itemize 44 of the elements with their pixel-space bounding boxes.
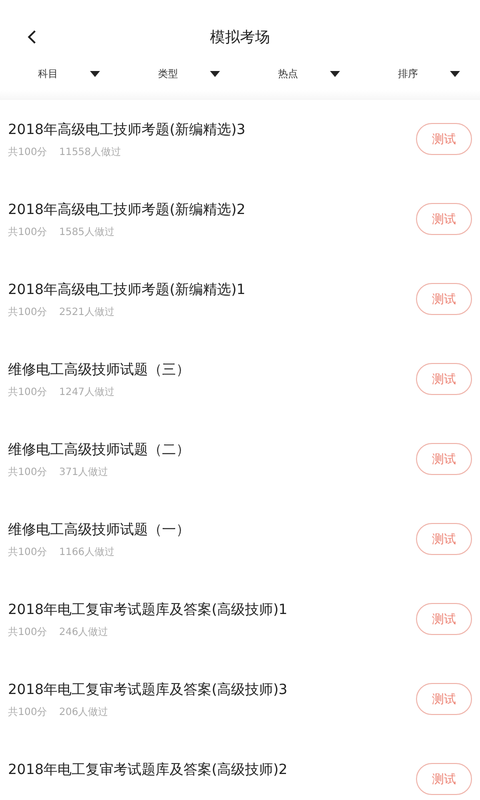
exam-title: 维修电工高级技师试题（二）: [8, 441, 190, 460]
exam-title: 2018年高级电工技师考题(新编精选)3: [8, 121, 246, 140]
caret-icon: [90, 71, 100, 77]
test-button[interactable]: 测试: [416, 443, 472, 475]
filter-dropdown[interactable]: 类型: [158, 66, 210, 82]
exam-title: 2018年高级电工技师考题(新编精选)2: [8, 201, 246, 220]
back-icon[interactable]: [26, 29, 38, 45]
score-text: 共100分: [8, 386, 48, 400]
attempt-count: 2521人做过: [59, 306, 115, 320]
test-button[interactable]: 测试: [416, 683, 472, 715]
page-title: 模拟考场: [210, 27, 270, 48]
caret-icon: [450, 71, 460, 77]
attempt-count: 1166人做过: [59, 546, 115, 560]
score-text: 共100分: [8, 226, 48, 240]
exam-title: 2018年电工复审考试题库及答案(高级技师)2: [8, 761, 288, 780]
test-button[interactable]: 测试: [416, 123, 472, 155]
test-button[interactable]: 测试: [416, 363, 472, 395]
exam-title: 2018年高级电工技师考题(新编精选)1: [8, 281, 246, 300]
exam-title: 维修电工高级技师试题（一）: [8, 521, 190, 540]
attempt-count: 1585人做过: [59, 226, 115, 240]
attempt-count: 1247人做过: [59, 386, 115, 400]
score-text: 共100分: [8, 706, 48, 720]
score-text: 共100分: [8, 626, 48, 640]
caret-icon: [210, 71, 220, 77]
filter-dropdown[interactable]: 科目: [38, 66, 90, 82]
exam-title: 2018年电工复审考试题库及答案(高级技师)3: [8, 681, 288, 700]
test-button[interactable]: 测试: [416, 203, 472, 235]
filter-dropdown[interactable]: 排序: [398, 66, 450, 82]
score-text: 共100分: [8, 466, 48, 480]
test-button[interactable]: 测试: [416, 763, 472, 795]
attempt-count: 11558人做过: [59, 146, 121, 160]
score-text: 共100分: [8, 306, 48, 320]
score-text: 共100分: [8, 546, 48, 560]
test-button[interactable]: 测试: [416, 283, 472, 315]
caret-icon: [330, 71, 340, 77]
exam-title: 维修电工高级技师试题（三）: [8, 361, 190, 380]
test-button[interactable]: 测试: [416, 523, 472, 555]
attempt-count: 246人做过: [59, 626, 108, 640]
exam-title: 2018年电工复审考试题库及答案(高级技师)1: [8, 601, 288, 620]
filter-dropdown[interactable]: 热点: [278, 66, 330, 82]
score-text: 共100分: [8, 146, 48, 160]
attempt-count: 206人做过: [59, 706, 108, 720]
test-button[interactable]: 测试: [416, 603, 472, 635]
attempt-count: 371人做过: [59, 466, 108, 480]
